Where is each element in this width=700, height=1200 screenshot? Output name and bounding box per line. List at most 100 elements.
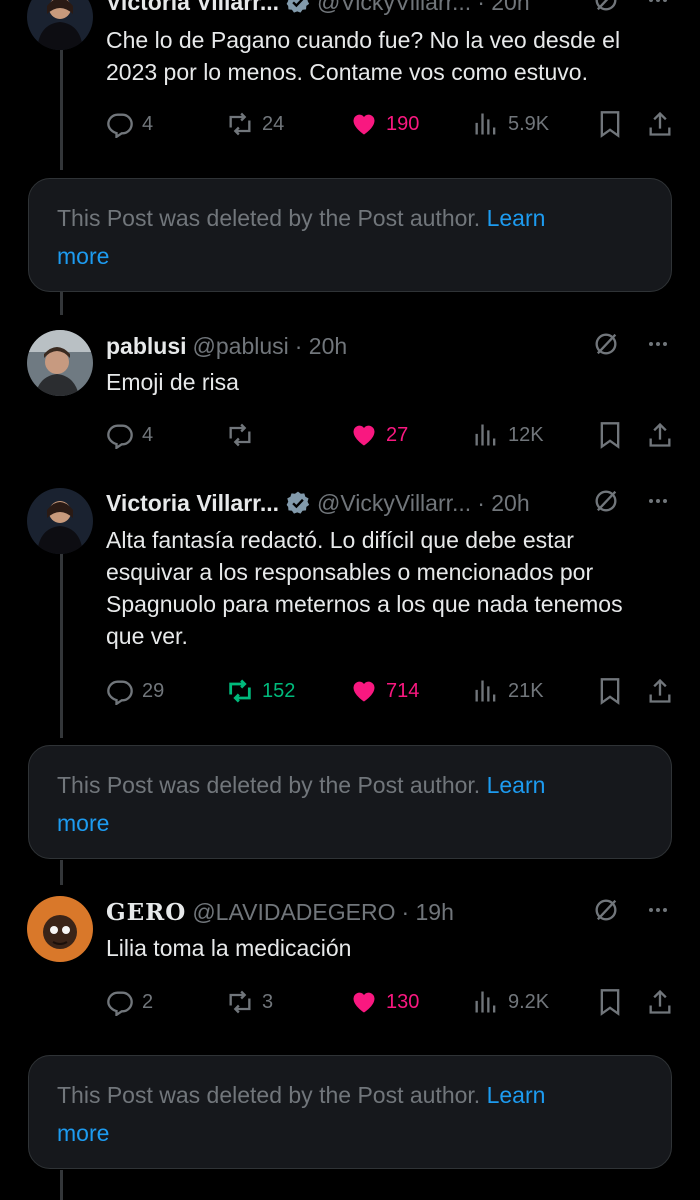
verified-badge-icon xyxy=(285,490,311,516)
repost-count: 152 xyxy=(262,679,296,702)
post-text-line: esquivar a los responsables o mencionado… xyxy=(106,559,594,585)
avatar[interactable] xyxy=(27,488,93,554)
reply-button[interactable]: 4 xyxy=(106,108,153,140)
like-count: 27 xyxy=(386,423,409,446)
author-name[interactable]: GERO xyxy=(106,899,186,926)
thread-line xyxy=(60,290,63,315)
bookmark-icon xyxy=(600,111,620,138)
author-name[interactable]: Victoria Villarr... xyxy=(106,490,279,517)
deleted-post-notice: This Post was deleted by the Post author… xyxy=(28,1055,672,1169)
like-button[interactable]: 27 xyxy=(350,419,408,451)
repost-icon xyxy=(229,679,251,703)
thread-line xyxy=(60,1170,63,1200)
post-text-line: que ver. xyxy=(106,623,188,649)
reply-count: 2 xyxy=(142,990,154,1013)
avatar[interactable] xyxy=(27,330,93,396)
heart-icon xyxy=(353,425,375,446)
share-button[interactable] xyxy=(646,986,682,1018)
grok-icon[interactable] xyxy=(592,0,620,19)
deleted-notice-text: This Post was deleted by the Post author… xyxy=(57,772,481,798)
avatar[interactable] xyxy=(27,0,93,50)
post-timestamp[interactable]: · 20h xyxy=(477,490,529,517)
share-button[interactable] xyxy=(646,108,682,140)
share-button[interactable] xyxy=(646,419,682,451)
reply-icon xyxy=(107,113,133,138)
post-actions: 29 152 714 21K xyxy=(106,675,676,707)
views-icon xyxy=(475,424,496,446)
repost-count: 24 xyxy=(262,112,285,135)
author-handle[interactable]: @LAVIDADEGERO xyxy=(192,899,395,926)
bookmark-button[interactable] xyxy=(596,986,632,1018)
post-text-line: Lilia toma la medicación xyxy=(106,935,352,961)
repost-button[interactable] xyxy=(226,419,262,451)
share-icon xyxy=(649,989,671,1014)
share-icon xyxy=(649,422,671,447)
repost-button[interactable]: 3 xyxy=(226,986,273,1018)
post-timestamp[interactable]: · 19h xyxy=(401,899,453,926)
thread-line xyxy=(60,50,63,170)
post-text: Emoji de risa xyxy=(106,366,676,398)
bookmark-button[interactable] xyxy=(596,675,632,707)
author-name[interactable]: Victoria Villarr... xyxy=(106,0,279,16)
bookmark-icon xyxy=(600,678,620,705)
author-handle[interactable]: @pablusi xyxy=(193,333,289,360)
reply-icon xyxy=(107,680,133,705)
bookmark-button[interactable] xyxy=(596,108,632,140)
post-text: Che lo de Pagano cuando fue? No la veo d… xyxy=(106,24,676,88)
deleted-post-notice: This Post was deleted by the Post author… xyxy=(28,745,672,859)
post-actions: 4 27 12K xyxy=(106,419,676,451)
avatar[interactable] xyxy=(27,896,93,962)
more-icon[interactable] xyxy=(646,332,670,361)
more-icon[interactable] xyxy=(646,898,670,927)
repost-icon xyxy=(229,423,251,447)
like-count: 714 xyxy=(386,679,420,702)
like-button[interactable]: 714 xyxy=(350,675,419,707)
views-button[interactable]: 5.9K xyxy=(472,108,549,140)
repost-icon xyxy=(229,990,251,1014)
author-handle[interactable]: @VickyVillarr... xyxy=(317,490,471,517)
verified-badge-icon xyxy=(285,0,311,15)
repost-count: 3 xyxy=(262,990,274,1013)
reply-button[interactable]: 29 xyxy=(106,675,164,707)
thread-line xyxy=(60,860,63,885)
grok-icon[interactable] xyxy=(592,330,620,363)
grok-icon[interactable] xyxy=(592,896,620,929)
share-button[interactable] xyxy=(646,675,682,707)
repost-button[interactable]: 152 xyxy=(226,675,295,707)
post-timestamp[interactable]: · 20h xyxy=(477,0,529,16)
views-icon xyxy=(475,113,496,135)
heart-icon xyxy=(353,992,375,1013)
post-actions: 4 24 190 5.9K xyxy=(106,108,676,140)
post-timestamp[interactable]: · 20h xyxy=(295,333,347,360)
post-text-line: Alta fantasía redactó. Lo difícil que de… xyxy=(106,527,574,553)
post-text-line: 2023 por lo menos. Contame vos como estu… xyxy=(106,59,588,85)
views-button[interactable]: 12K xyxy=(472,419,544,451)
view-count: 5.9K xyxy=(508,112,550,135)
reply-icon xyxy=(107,424,133,449)
post-text-line: Che lo de Pagano cuando fue? No la veo d… xyxy=(106,27,621,53)
like-button[interactable]: 190 xyxy=(350,108,419,140)
reply-button[interactable]: 4 xyxy=(106,419,153,451)
bookmark-icon xyxy=(600,422,620,449)
post-text-line: Spagnuolo para meternos a los que nada t… xyxy=(106,591,623,617)
post-text: Alta fantasía redactó. Lo difícil que de… xyxy=(106,524,676,652)
reply-button[interactable]: 2 xyxy=(106,986,153,1018)
bookmark-button[interactable] xyxy=(596,419,632,451)
more-icon[interactable] xyxy=(646,0,670,17)
author-name[interactable]: pablusi xyxy=(106,333,187,360)
author-handle[interactable]: @VickyVillarr... xyxy=(317,0,471,16)
thread-line xyxy=(60,528,63,738)
post-text: Lilia toma la medicación xyxy=(106,932,676,964)
views-button[interactable]: 21K xyxy=(472,675,544,707)
heart-icon xyxy=(353,114,375,135)
grok-icon[interactable] xyxy=(592,487,620,520)
repost-icon xyxy=(229,112,251,136)
repost-button[interactable]: 24 xyxy=(226,108,284,140)
view-count: 21K xyxy=(508,679,544,702)
more-icon[interactable] xyxy=(646,489,670,518)
views-icon xyxy=(475,680,496,702)
like-button[interactable]: 130 xyxy=(350,986,419,1018)
like-count: 190 xyxy=(386,112,420,135)
views-button[interactable]: 9.2K xyxy=(472,986,549,1018)
post-text-line: Emoji de risa xyxy=(106,369,239,395)
